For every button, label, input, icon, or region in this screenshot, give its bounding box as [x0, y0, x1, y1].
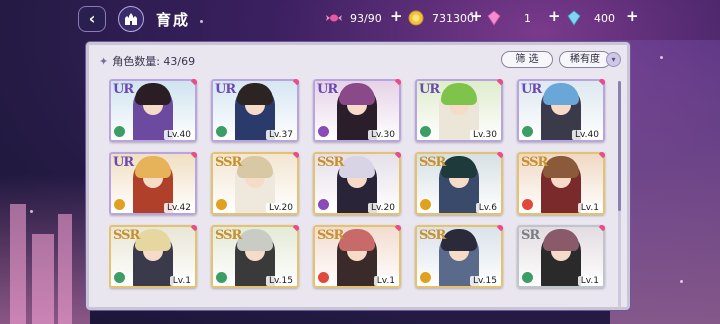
coin-icon — [408, 10, 424, 26]
attribute-icon — [521, 198, 534, 211]
resource-blue-gem: 400 + — [566, 7, 639, 27]
rarity-badge: UR — [215, 82, 236, 97]
chevron-down-icon[interactable]: ▾ — [606, 52, 621, 67]
rarity-badge: SSR — [317, 155, 344, 170]
level-label: Lv.20 — [266, 203, 296, 213]
character-count: ✦ 角色数量: 43/69 — [99, 55, 196, 68]
resource-coin: 731300 + — [408, 7, 483, 27]
resource-candy: 93/90 + — [326, 7, 403, 27]
rarity-badge: UR — [113, 82, 134, 97]
attribute-icon — [215, 198, 228, 211]
level-label: Lv.1 — [373, 276, 398, 286]
level-label: Lv.30 — [470, 130, 500, 140]
attribute-icon — [317, 271, 330, 284]
rarity-badge: UR — [419, 82, 440, 97]
level-label: Lv.1 — [577, 203, 602, 213]
character-card[interactable]: UR Lv.40 — [109, 79, 197, 142]
sparkle — [30, 210, 33, 213]
filter-button[interactable]: 筛 选 — [501, 51, 553, 68]
level-label: Lv.40 — [572, 130, 602, 140]
character-card[interactable]: UR Lv.37 — [211, 79, 299, 142]
pink-gem-value: 1 — [524, 11, 531, 25]
back-chevron-icon: ‹ — [88, 9, 96, 28]
rarity-badge: SSR — [419, 155, 446, 170]
rarity-badge: SSR — [215, 228, 242, 243]
rarity-badge: SSR — [521, 155, 548, 170]
add-blue-gem-button[interactable]: + — [626, 7, 639, 25]
candy-value: 93/90 — [350, 11, 382, 25]
castle-home-icon — [125, 13, 137, 25]
back-button[interactable]: ‹ — [78, 6, 106, 32]
sort-rarity-button[interactable]: 稀有度 — [559, 51, 611, 68]
attribute-icon — [113, 125, 126, 138]
coin-value: 731300 — [432, 11, 474, 25]
attribute-icon — [521, 125, 534, 138]
character-card[interactable]: SSR Lv.6 — [415, 152, 503, 215]
blue-gem-icon — [567, 10, 581, 26]
character-card[interactable]: SSR Lv.15 — [415, 225, 503, 288]
character-card[interactable]: SSR Lv.1 — [313, 225, 401, 288]
rarity-badge: UR — [113, 155, 134, 170]
level-label: Lv.6 — [475, 203, 500, 213]
add-pink-gem-button[interactable]: + — [548, 7, 561, 25]
attribute-icon — [215, 271, 228, 284]
character-card[interactable]: SSR Lv.20 — [313, 152, 401, 215]
blue-gem-value: 400 — [594, 11, 615, 25]
character-card[interactable]: SSR Lv.15 — [211, 225, 299, 288]
attribute-icon — [113, 198, 126, 211]
character-card[interactable]: SSR Lv.1 — [517, 152, 605, 215]
rarity-badge: UR — [521, 82, 542, 97]
character-grid: UR Lv.40 UR Lv.37 UR Lv.30 UR Lv.30 UR Lv.40 UR Lv.… — [109, 79, 617, 307]
home-button[interactable] — [118, 6, 144, 32]
castle-silhouette — [0, 174, 90, 324]
level-label: Lv.1 — [169, 276, 194, 286]
level-label: Lv.37 — [266, 130, 296, 140]
rarity-badge: SR — [521, 228, 540, 243]
sparkle — [680, 280, 683, 283]
attribute-icon — [317, 125, 330, 138]
candy-icon — [326, 14, 342, 22]
pink-gem-icon — [487, 10, 501, 26]
character-panel: ✦ 角色数量: 43/69 筛 选 稀有度 ▾ UR Lv.40 UR Lv.37 UR L… — [86, 42, 630, 310]
attribute-icon — [215, 125, 228, 138]
panel-header: ✦ 角色数量: 43/69 筛 选 稀有度 ▾ — [89, 45, 627, 75]
level-label: Lv.40 — [164, 130, 194, 140]
level-label: Lv.20 — [368, 203, 398, 213]
level-label: Lv.15 — [470, 276, 500, 286]
page-title: 育成 — [156, 11, 191, 29]
rarity-badge: SSR — [215, 155, 242, 170]
character-card[interactable]: SR Lv.1 — [517, 225, 605, 288]
level-label: Lv.30 — [368, 130, 398, 140]
rarity-badge: UR — [317, 82, 338, 97]
character-card[interactable]: UR Lv.40 — [517, 79, 605, 142]
attribute-icon — [419, 198, 432, 211]
grid-scrollbar[interactable] — [618, 81, 621, 307]
character-card[interactable]: UR Lv.30 — [313, 79, 401, 142]
level-label: Lv.42 — [164, 203, 194, 213]
attribute-icon — [317, 198, 330, 211]
attribute-icon — [419, 271, 432, 284]
character-card[interactable]: SSR Lv.20 — [211, 152, 299, 215]
attribute-icon — [113, 271, 126, 284]
character-card[interactable]: UR Lv.42 — [109, 152, 197, 215]
scrollbar-thumb[interactable] — [618, 81, 621, 211]
rarity-badge: SSR — [419, 228, 446, 243]
rarity-badge: SSR — [113, 228, 140, 243]
character-card[interactable]: UR Lv.30 — [415, 79, 503, 142]
sparkle-icon: ✦ — [99, 55, 109, 68]
level-label: Lv.15 — [266, 276, 296, 286]
sparkle — [660, 56, 663, 59]
resource-pink-gem: 1 + — [486, 7, 561, 27]
rarity-badge: SSR — [317, 228, 344, 243]
top-bar: ‹ 育成 93/90 + 731300 + 1 + 400 + — [0, 0, 720, 38]
character-card[interactable]: SSR Lv.1 — [109, 225, 197, 288]
add-candy-button[interactable]: + — [390, 7, 403, 25]
attribute-icon — [521, 271, 534, 284]
level-label: Lv.1 — [577, 276, 602, 286]
add-coin-button[interactable]: + — [470, 7, 483, 25]
attribute-icon — [419, 125, 432, 138]
